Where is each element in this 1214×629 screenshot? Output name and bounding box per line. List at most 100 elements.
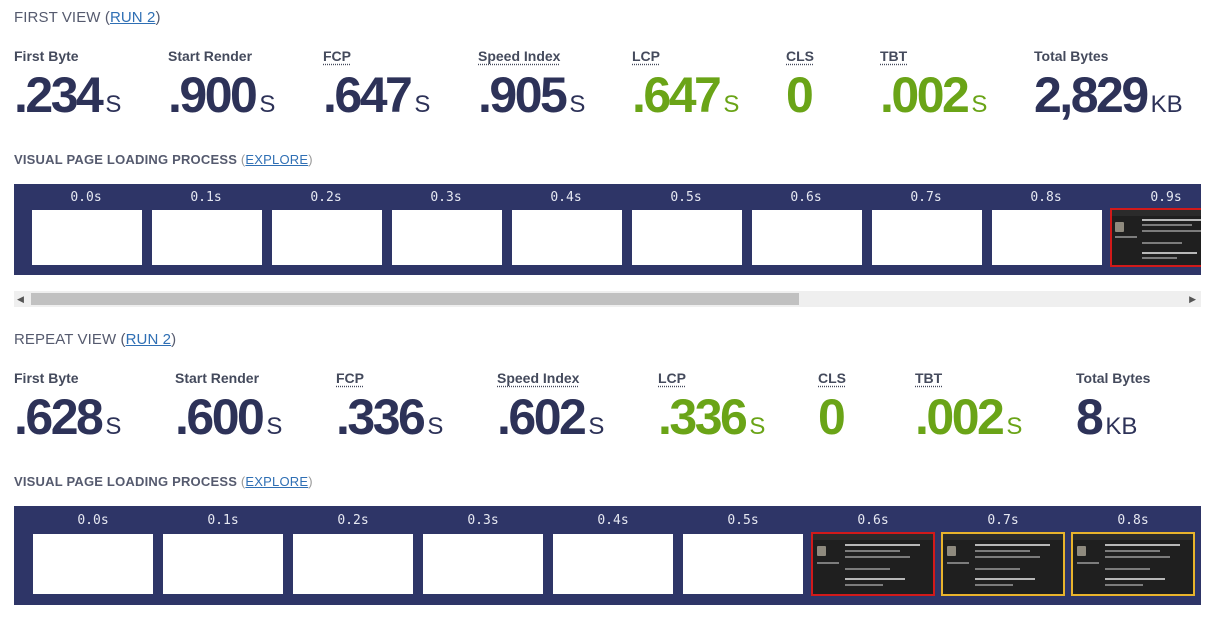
frame-time: 0.7s xyxy=(910,190,942,205)
frame-thumbnail[interactable] xyxy=(992,210,1102,265)
frame-thumbnail[interactable] xyxy=(811,532,935,596)
frame-time: 0.6s xyxy=(790,190,822,205)
frame-thumbnail[interactable] xyxy=(392,210,502,265)
metric-label: First Byte xyxy=(14,370,79,386)
rv-metric-first-byte: First Byte .628 S xyxy=(14,370,121,442)
frame-time: 0.0s xyxy=(70,190,102,205)
fv-metric-fcp: FCP .647 S xyxy=(323,48,430,120)
filmstrip-frame[interactable]: 0.3s xyxy=(390,184,502,275)
metric-label[interactable]: FCP xyxy=(323,48,351,64)
rv-metric-cls: CLS 0 xyxy=(818,370,846,442)
filmstrip-frame[interactable]: 0.3s xyxy=(422,506,544,605)
metric-label[interactable]: Speed Index xyxy=(497,370,579,386)
filmstrip-frame[interactable]: 0.5s xyxy=(630,184,742,275)
frame-thumbnail[interactable] xyxy=(553,534,673,594)
metric-label[interactable]: Speed Index xyxy=(478,48,560,64)
metric-value: .234 S xyxy=(14,67,122,123)
frame-thumbnail[interactable] xyxy=(752,210,862,265)
metric-value: .647 S xyxy=(323,67,431,123)
first-view-run-link[interactable]: RUN 2 xyxy=(110,9,156,26)
filmstrip-frame[interactable]: 0.0s xyxy=(30,184,142,275)
filmstrip-frame[interactable]: 0.7s xyxy=(941,506,1065,605)
filmstrip-frame[interactable]: 0.0s xyxy=(32,506,154,605)
frame-thumbnail[interactable] xyxy=(33,534,153,594)
metric-value: .002 S xyxy=(915,389,1023,445)
metric-value: .336 S xyxy=(658,389,766,445)
filmstrip-frame[interactable]: 0.8s xyxy=(1071,506,1195,605)
metric-label: Start Render xyxy=(175,370,260,386)
fv-metric-lcp: LCP .647 S xyxy=(632,48,739,120)
metric-label: Total Bytes xyxy=(1076,370,1151,386)
filmstrip-frame[interactable]: 0.6s xyxy=(750,184,862,275)
rv-filmstrip[interactable]: 0.0s 0.1s 0.2s 0.3s 0.4s 0.5s 0.6s 0.7s … xyxy=(14,506,1201,605)
frame-time: 0.2s xyxy=(310,190,342,205)
scroll-left-icon[interactable]: ◀ xyxy=(17,294,24,304)
fv-explore-link[interactable]: EXPLORE xyxy=(245,152,308,167)
fv-metric-start-render: Start Render .900 S xyxy=(168,48,275,120)
filmstrip-frame[interactable]: 0.9s xyxy=(1110,184,1201,275)
fv-metric-total-bytes: Total Bytes 2,829 KB xyxy=(1034,48,1183,120)
metric-value: .336 S xyxy=(336,389,444,445)
frame-thumbnail[interactable] xyxy=(152,210,262,265)
metric-label[interactable]: CLS xyxy=(818,370,846,386)
scroll-right-icon[interactable]: ▶ xyxy=(1189,294,1196,304)
metric-value: .900 S xyxy=(168,67,276,123)
metric-label[interactable]: TBT xyxy=(880,48,907,64)
metric-value: .002 S xyxy=(880,67,988,123)
frame-thumbnail[interactable] xyxy=(272,210,382,265)
fv-metric-tbt: TBT .002 S xyxy=(880,48,987,120)
scrollbar-thumb[interactable] xyxy=(31,293,799,305)
metric-label[interactable]: CLS xyxy=(786,48,814,64)
repeat-view-run-link[interactable]: RUN 2 xyxy=(126,331,172,348)
frame-time: 0.7s xyxy=(987,513,1019,528)
rv-explore-link[interactable]: EXPLORE xyxy=(245,474,308,489)
metric-label[interactable]: LCP xyxy=(658,370,686,386)
frame-thumbnail[interactable] xyxy=(632,210,742,265)
frame-thumbnail[interactable] xyxy=(423,534,543,594)
filmstrip-frame[interactable]: 0.2s xyxy=(270,184,382,275)
filmstrip-frame[interactable]: 0.1s xyxy=(162,506,284,605)
filmstrip-frame[interactable]: 0.4s xyxy=(552,506,674,605)
fv-filmstrip-scrollbar[interactable]: ◀ ▶ xyxy=(14,291,1201,307)
metric-label: Total Bytes xyxy=(1034,48,1109,64)
fv-filmstrip[interactable]: 0.0s 0.1s 0.2s 0.3s 0.4s 0.5s 0.6s 0.7s … xyxy=(14,184,1201,275)
rv-metric-tbt: TBT .002 S xyxy=(915,370,1022,442)
metric-value: .905 S xyxy=(478,67,586,123)
fv-visual-loading-label: VISUAL PAGE LOADING PROCESS (EXPLORE) xyxy=(14,152,313,167)
rv-visual-loading-label: VISUAL PAGE LOADING PROCESS (EXPLORE) xyxy=(14,474,313,489)
filmstrip-frame[interactable]: 0.2s xyxy=(292,506,414,605)
filmstrip-frame[interactable]: 0.1s xyxy=(150,184,262,275)
metric-label: First Byte xyxy=(14,48,79,64)
frame-thumbnail[interactable] xyxy=(1110,208,1201,267)
frame-thumbnail[interactable] xyxy=(512,210,622,265)
frame-time: 0.1s xyxy=(207,513,239,528)
filmstrip-frame[interactable]: 0.4s xyxy=(510,184,622,275)
metric-value: .628 S xyxy=(14,389,122,445)
frame-time: 0.1s xyxy=(190,190,222,205)
frame-thumbnail[interactable] xyxy=(293,534,413,594)
frame-time: 0.8s xyxy=(1030,190,1062,205)
frame-thumbnail[interactable] xyxy=(1071,532,1195,596)
fv-metric-speed-index: Speed Index .905 S xyxy=(478,48,585,120)
frame-thumbnail[interactable] xyxy=(872,210,982,265)
frame-thumbnail[interactable] xyxy=(683,534,803,594)
filmstrip-frame[interactable]: 0.6s xyxy=(811,506,935,605)
metric-label[interactable]: FCP xyxy=(336,370,364,386)
rv-metric-lcp: LCP .336 S xyxy=(658,370,765,442)
rv-metric-total-bytes: Total Bytes 8 KB xyxy=(1076,370,1151,442)
frame-thumbnail[interactable] xyxy=(163,534,283,594)
frame-time: 0.4s xyxy=(550,190,582,205)
fv-metric-cls: CLS 0 xyxy=(786,48,814,120)
metric-value: 0 xyxy=(818,389,846,445)
filmstrip-frame[interactable]: 0.5s xyxy=(682,506,804,605)
frame-time: 0.0s xyxy=(77,513,109,528)
filmstrip-frame[interactable]: 0.8s xyxy=(990,184,1102,275)
metric-label[interactable]: TBT xyxy=(915,370,942,386)
frame-time: 0.4s xyxy=(597,513,629,528)
frame-thumbnail[interactable] xyxy=(941,532,1065,596)
metric-label[interactable]: LCP xyxy=(632,48,660,64)
frame-thumbnail[interactable] xyxy=(32,210,142,265)
frame-time: 0.2s xyxy=(337,513,369,528)
metric-value: 8 KB xyxy=(1076,389,1138,445)
filmstrip-frame[interactable]: 0.7s xyxy=(870,184,982,275)
